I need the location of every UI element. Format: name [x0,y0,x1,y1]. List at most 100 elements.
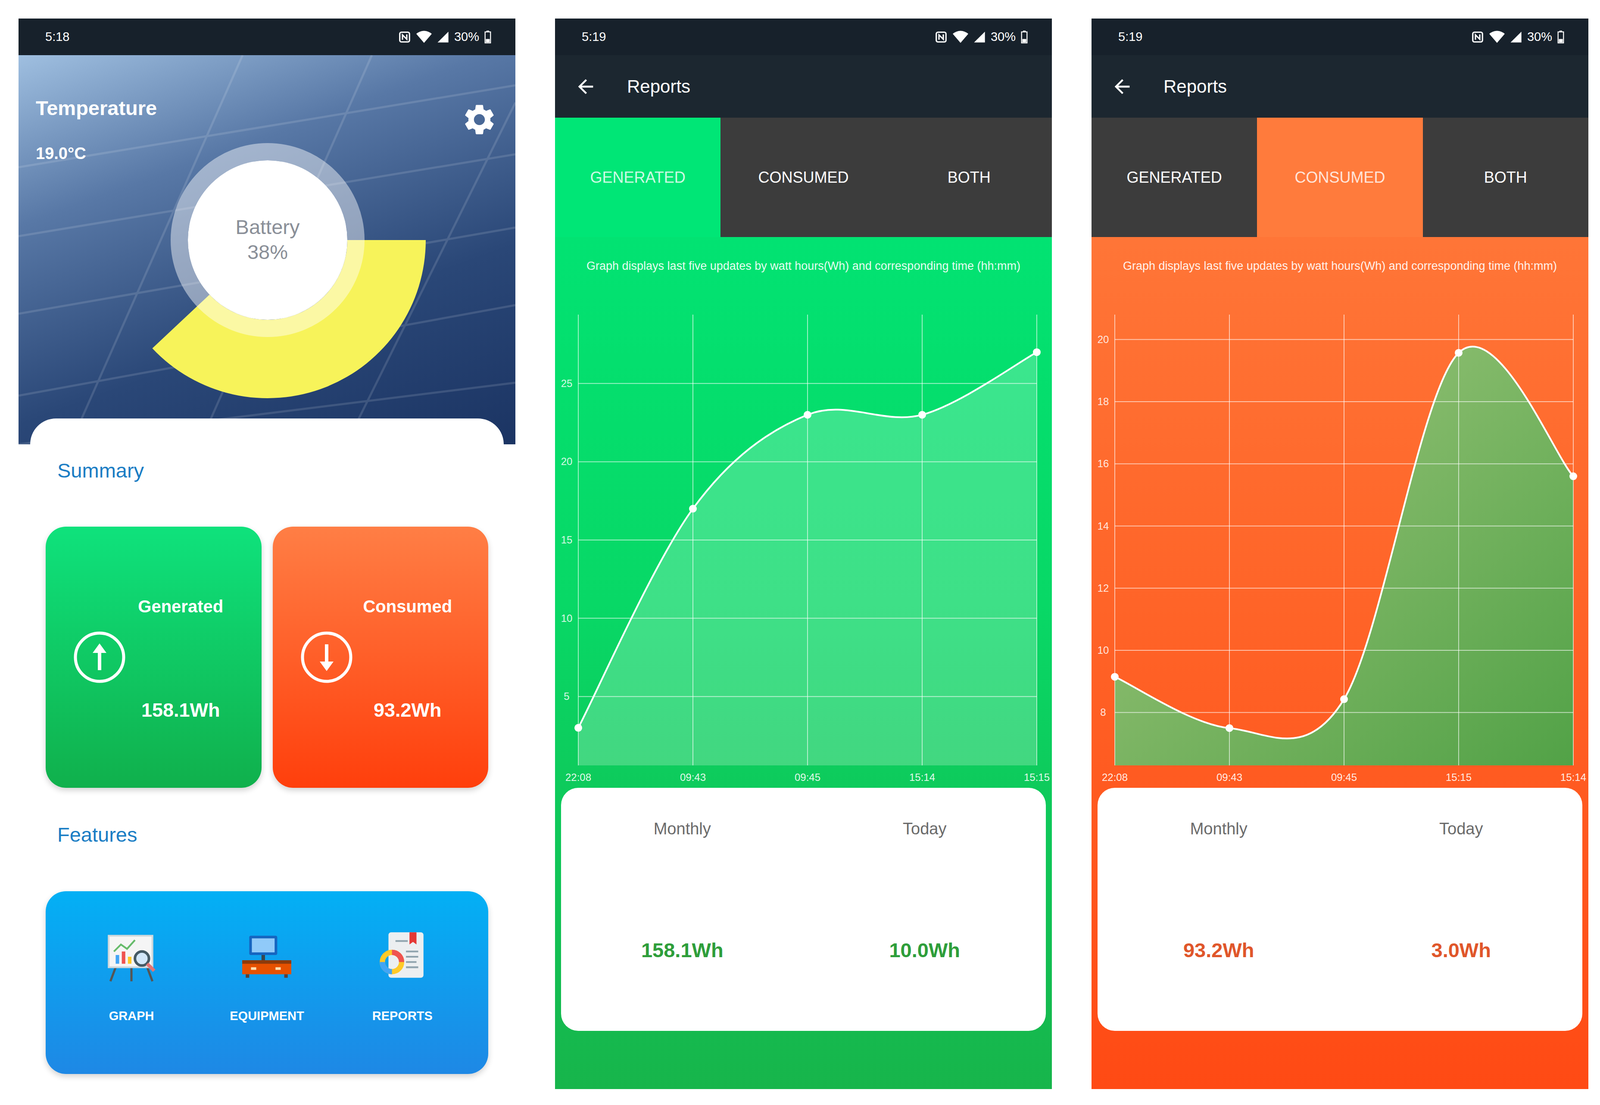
stat: Monthly 93.2Wh [1097,787,1341,1031]
line-chart: 810121416182022:0809:4309:4515:1515:14 [1091,287,1589,788]
summary-card[interactable]: Generated 158.1Wh [45,526,262,788]
tab-label: CONSUMED [757,168,849,188]
battery-percent: 30% [454,27,480,47]
back-arrow-icon[interactable] [1110,75,1134,98]
tab[interactable]: GENERATED [1091,117,1257,238]
x-tick-label: 15:15 [1445,771,1472,783]
tab[interactable]: GENERATED [555,117,721,238]
chart-description: Graph displays last five updates by watt… [555,258,1052,288]
header: Battery38%Temperature19.0°C [18,55,516,445]
tab[interactable]: CONSUMED [720,117,886,238]
y-tick-label: 10 [561,612,573,624]
stat-label: Monthly [1190,818,1248,839]
stat-value: 158.1Wh [641,938,724,963]
status-bar: 5:19 30% [1091,18,1589,56]
card-value: 158.1Wh [45,698,262,722]
status-bar: 5:1930% [555,18,1052,56]
tab-bar: GENERATED CONSUMED BOTH [555,117,1052,238]
data-point[interactable] [1569,472,1578,481]
tab-label: GENERATED [589,168,686,188]
battery-label: Battery [235,215,300,239]
graph-easel-icon [103,928,160,985]
status-bar: 5:1830% [18,18,516,56]
battery-gauge: Battery38% [103,76,432,404]
y-tick-label: 5 [563,690,570,702]
plot-area [1110,314,1578,766]
line-chart: 51015202522:0809:4309:4515:1415:15 [555,287,1052,788]
tab[interactable]: CONSUMED [1256,117,1423,238]
stat-value: 10.0Wh [888,938,961,963]
card-value: 93.2Wh [272,698,489,722]
data-point[interactable] [574,723,583,732]
tab[interactable]: BOTH [1422,117,1589,238]
card-label: Consumed [272,595,489,617]
stat: Today 10.0Wh [803,787,1047,1031]
plot-area [574,314,1041,766]
feature-item[interactable]: GRAPH [63,891,200,1061]
feature-label: EQUIPMENT [229,1008,304,1024]
stat-label: Today [902,818,947,839]
back-arrow-icon[interactable] [574,75,597,98]
y-tick-label: 15 [561,533,573,546]
x-tick-label: 09:43 [679,771,706,783]
summary-cards: Generated 158.1Wh Consumed 93.2Wh [45,526,489,788]
reports-screen: 5:19 30% ReportsGENERATED CONSUMED BOTH Graph… [1091,18,1589,1089]
data-point[interactable] [1454,349,1463,357]
tab-label: CONSUMED [1294,168,1385,188]
x-tick-label: 15:14 [909,771,936,783]
data-point[interactable] [689,504,697,513]
data-point[interactable] [1225,723,1234,732]
x-tick-label: 15:14 [1560,771,1587,783]
status-icons: 30% [1471,27,1565,47]
x-tick-label: 22:08 [1101,771,1128,783]
nfc-icon [398,30,412,44]
data-point[interactable] [1032,348,1041,356]
stat-value: 93.2Wh [1183,938,1255,963]
battery-reading: 38% [247,240,288,264]
nfc-icon [1471,30,1485,44]
x-tick-label: 09:45 [794,771,821,783]
temperature-title: Temperature [35,96,157,121]
tab-label: BOTH [947,168,991,188]
home-screen: 5:1830%Battery38%Temperature19.0°CSummar… [18,18,516,1089]
y-tick-label: 10 [1097,644,1110,656]
signal-icon [973,31,986,44]
chart-description: Graph displays last five updates by watt… [1091,258,1589,288]
arrow-up-icon [72,630,127,684]
x-tick-label: 22:08 [565,771,592,783]
wifi-icon [952,30,969,44]
x-tick-label: 09:43 [1216,771,1243,783]
y-tick-label: 18 [1097,395,1110,408]
reports-screen: 5:1930%Reports GENERATED CONSUMED BOTH Graph… [555,18,1052,1089]
tab-bar: GENERATED CONSUMED BOTH [1091,117,1589,238]
stat-label: Monthly [653,818,712,839]
gear-icon[interactable] [461,101,498,138]
feature-item[interactable]: EQUIPMENT [199,891,335,1061]
y-tick-label: 12 [1097,582,1110,594]
tab[interactable]: BOTH [886,117,1052,238]
summary-card[interactable]: Consumed 93.2Wh [272,526,489,788]
data-point[interactable] [1340,695,1348,703]
wifi-icon [416,30,432,44]
x-tick-label: 09:45 [1331,771,1357,783]
data-point[interactable] [1110,672,1119,681]
app-bar: Reports [555,55,1052,118]
feature-item[interactable]: REPORTS [334,891,471,1061]
series-line [578,352,1037,728]
battery-icon [484,30,492,44]
stat: Today3.0Wh [1340,787,1583,1031]
data-point[interactable] [803,410,812,419]
summary-title: Summary [45,458,489,483]
app-bar: Reports [1091,55,1589,118]
card-label: Generated [45,595,262,617]
stat-label: Today [1439,818,1483,839]
y-tick-label: 14 [1097,520,1110,532]
battery-icon [1020,30,1028,44]
status-icons: 30% [398,27,492,47]
data-point[interactable] [918,410,927,419]
y-tick-label: 16 [1097,457,1110,470]
tab-label: BOTH [1484,168,1528,188]
temperature-value: 19.0°C [35,143,157,164]
clock: 5:19 [581,27,606,47]
clock: 5:19 [1118,27,1143,47]
